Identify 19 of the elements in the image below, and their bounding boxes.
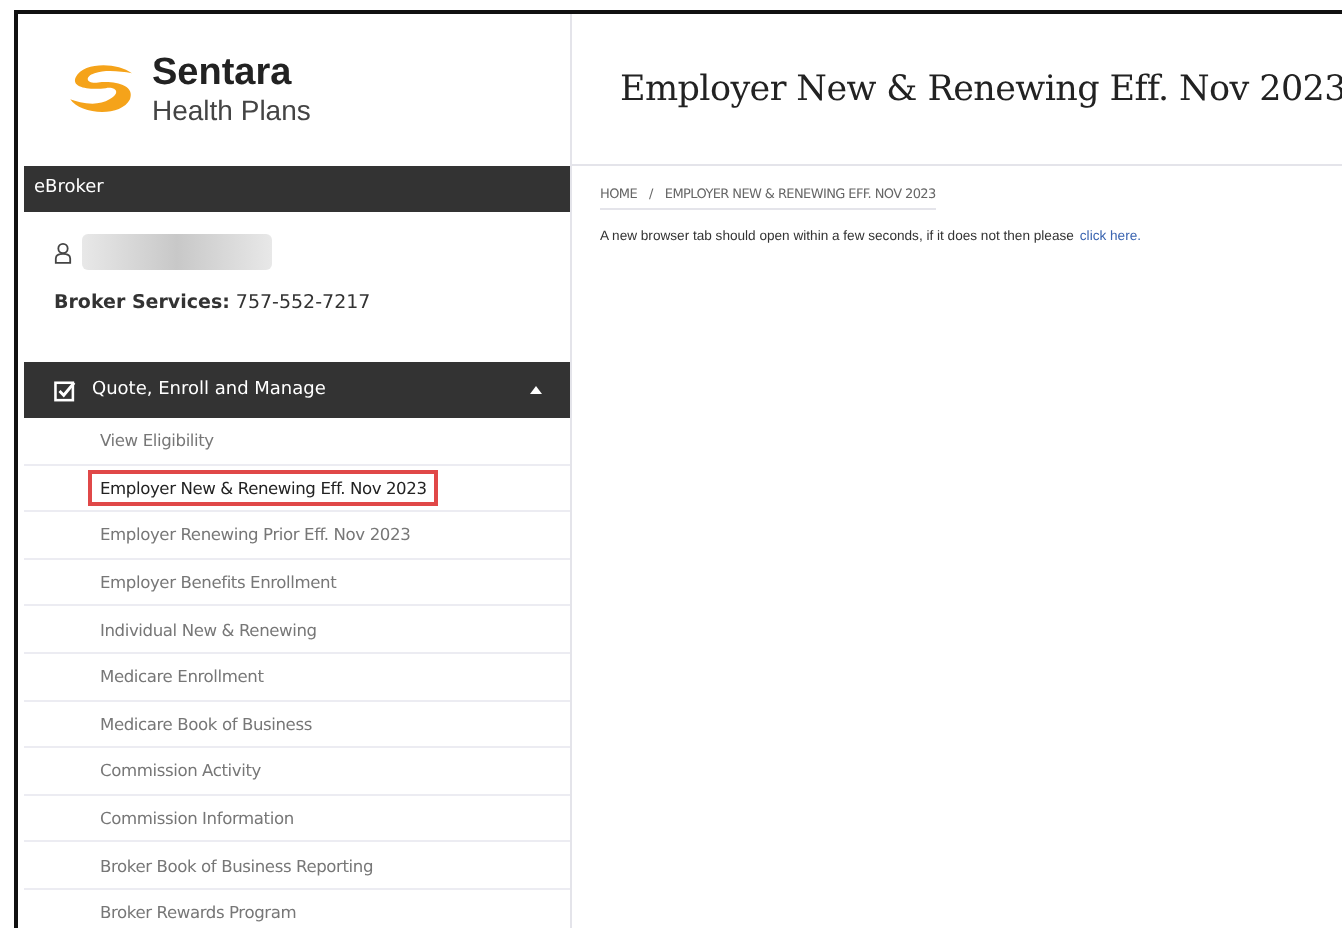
menu-item[interactable]: Employer Renewing Prior Eff. Nov 2023 — [92, 520, 419, 549]
sidebar-header: eBroker — [24, 166, 570, 212]
menu-item[interactable]: Individual New & Renewing — [92, 615, 325, 644]
user-icon — [54, 241, 72, 263]
menu-item[interactable]: Broker Rewards Program — [92, 898, 305, 927]
menu-item[interactable]: Employer New & Renewing Eff. Nov 2023 — [92, 473, 435, 502]
menu-item[interactable]: Medicare Enrollment — [92, 662, 272, 691]
menu-section-header[interactable]: Quote, Enroll and Manage — [24, 362, 570, 418]
menu-section-label: Quote, Enroll and Manage — [92, 380, 328, 400]
menu-item[interactable]: Medicare Book of Business — [92, 709, 320, 738]
menu-item[interactable]: View Eligibility — [92, 426, 222, 455]
broker-services-label: Broker Services: — [54, 292, 230, 314]
menu-item[interactable]: Commission Activity — [92, 756, 269, 785]
logo-subtitle: Health Plans — [152, 94, 311, 126]
menu-item[interactable]: Broker Book of Business Reporting — [92, 851, 382, 880]
phone-number: 757-552-7217 — [235, 292, 371, 314]
menu-item[interactable]: Commission Information — [92, 804, 302, 833]
logo-name: Sentara — [152, 54, 294, 94]
menu-item[interactable]: Employer Benefits Enrollment — [92, 568, 345, 597]
